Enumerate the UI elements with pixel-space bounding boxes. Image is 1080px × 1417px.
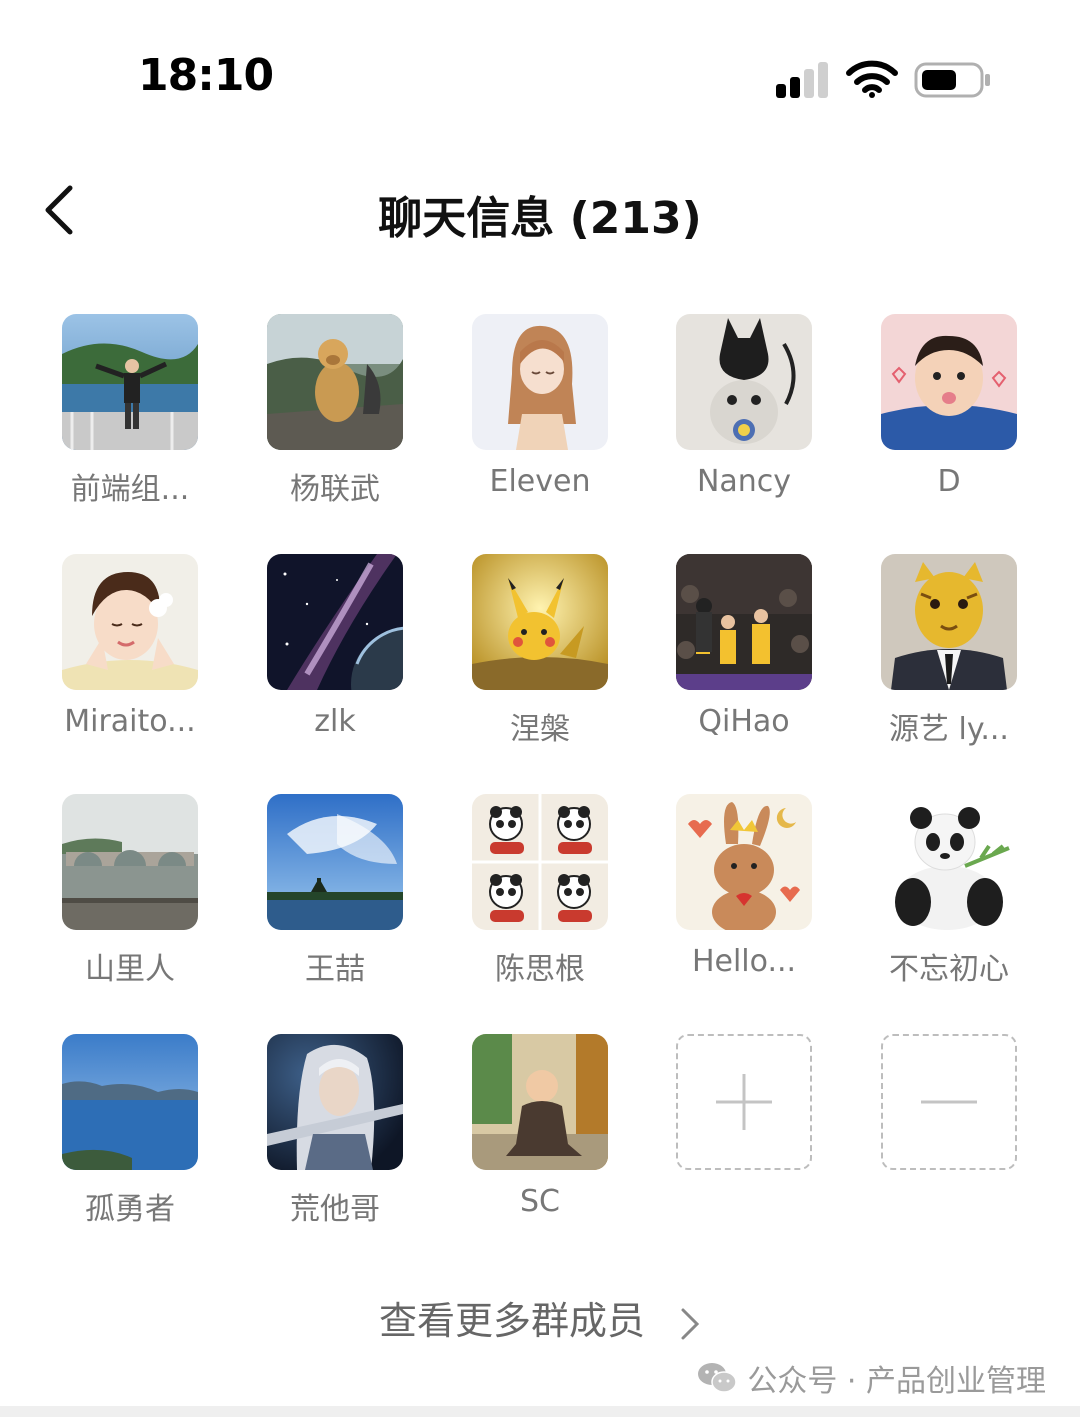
member-item[interactable]: Eleven — [438, 314, 642, 514]
view-more-label: 查看更多群成员 — [378, 1299, 645, 1343]
member-avatar — [881, 794, 1017, 930]
member-avatar — [472, 1034, 608, 1170]
member-item[interactable]: 涅槃 — [438, 554, 642, 754]
add-member-tile[interactable] — [642, 1034, 846, 1234]
member-name: 杨联武 — [290, 472, 380, 507]
member-name: 孤勇者 — [85, 1192, 175, 1227]
member-name: zlk — [314, 704, 356, 739]
battery-icon — [914, 62, 990, 98]
member-item[interactable]: D — [847, 314, 1051, 514]
member-avatar — [676, 314, 812, 450]
member-name: D — [937, 464, 961, 499]
member-avatar — [267, 554, 403, 690]
member-avatar — [472, 794, 608, 930]
member-name: Eleven — [489, 464, 591, 499]
bottom-divider — [0, 1406, 1080, 1417]
member-avatar — [267, 314, 403, 450]
page-title: 聊天信息 (213) — [378, 193, 702, 244]
member-avatar — [62, 794, 198, 930]
member-name: 前端组... — [70, 472, 190, 507]
member-item[interactable]: zlk — [233, 554, 437, 754]
member-name: 陈思根 — [495, 952, 585, 987]
remove-member-tile[interactable] — [847, 1034, 1051, 1234]
member-item[interactable]: 源艺 ly... — [847, 554, 1051, 754]
member-avatar — [62, 1034, 198, 1170]
member-avatar — [267, 1034, 403, 1170]
view-more-members-link[interactable]: 查看更多群成员 — [0, 1290, 1080, 1345]
member-name: Hello... — [691, 944, 797, 979]
member-name: Nancy — [696, 464, 792, 499]
member-name: SC — [520, 1184, 560, 1219]
member-item[interactable]: Hello... — [642, 794, 846, 994]
member-item[interactable]: 荒他哥 — [233, 1034, 437, 1234]
member-name: 荒他哥 — [290, 1192, 380, 1227]
member-name: Miraito... — [64, 704, 196, 739]
member-avatar — [676, 794, 812, 930]
member-item[interactable]: 不忘初心 — [847, 794, 1051, 994]
wechat-icon — [698, 1363, 738, 1393]
member-item[interactable]: 孤勇者 — [28, 1034, 232, 1234]
watermark-text: 公众号 · 产品创业管理 — [747, 1364, 1046, 1399]
member-name: QiHao — [698, 704, 790, 739]
member-avatar — [62, 314, 198, 450]
member-name: 不忘初心 — [889, 952, 1009, 987]
member-avatar — [62, 554, 198, 690]
member-item[interactable]: QiHao — [642, 554, 846, 754]
member-name: 山里人 — [85, 952, 175, 987]
member-name: 源艺 ly... — [889, 712, 1009, 747]
status-time: 18:10 — [138, 50, 274, 101]
wifi-icon — [846, 60, 898, 98]
cellular-signal-icon — [776, 62, 828, 98]
remove-member-button[interactable] — [881, 1034, 1017, 1170]
status-bar: 18:10 — [0, 0, 1080, 140]
member-avatar — [881, 314, 1017, 450]
member-item[interactable]: Miraito... — [28, 554, 232, 754]
watermark: 公众号 · 产品创业管理 — [697, 1356, 1046, 1400]
minus-icon — [921, 1100, 977, 1104]
add-member-button[interactable] — [676, 1034, 812, 1170]
member-avatar — [881, 554, 1017, 690]
member-avatar — [267, 794, 403, 930]
member-item[interactable]: SC — [438, 1034, 642, 1234]
member-name: 涅槃 — [510, 712, 570, 747]
nav-bar: 聊天信息 (213) — [0, 160, 1080, 260]
member-item[interactable]: 山里人 — [28, 794, 232, 994]
plus-icon — [716, 1074, 772, 1130]
member-item[interactable]: 前端组... — [28, 314, 232, 514]
member-name: 王喆 — [305, 952, 365, 987]
member-avatar — [472, 554, 608, 690]
member-item[interactable]: 王喆 — [233, 794, 437, 994]
member-item[interactable]: 陈思根 — [438, 794, 642, 994]
chevron-right-icon — [681, 1308, 700, 1339]
member-item[interactable]: 杨联武 — [233, 314, 437, 514]
member-item[interactable]: Nancy — [642, 314, 846, 514]
member-avatar — [676, 554, 812, 690]
member-avatar — [472, 314, 608, 450]
